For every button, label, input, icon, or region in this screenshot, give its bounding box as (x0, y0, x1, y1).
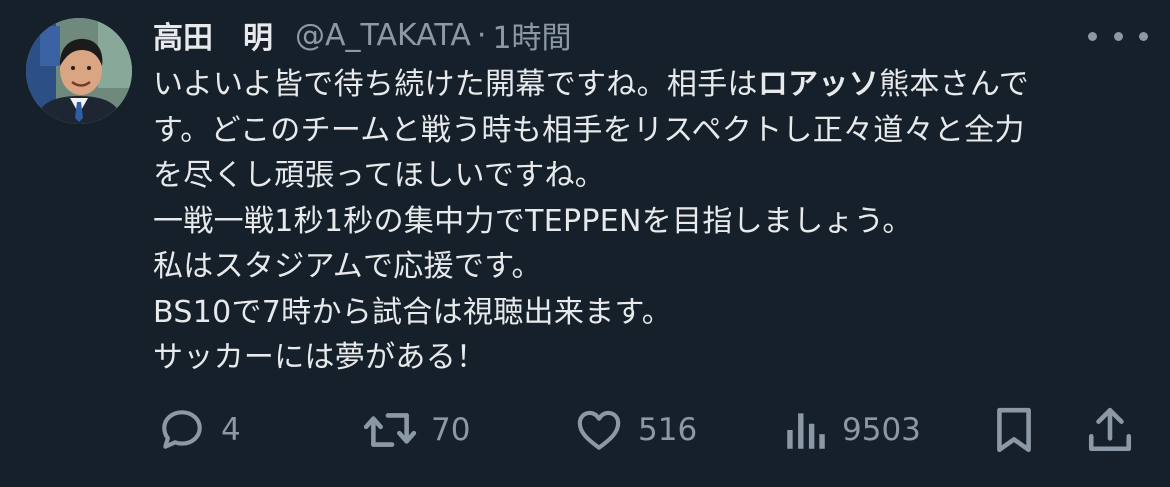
bookmark-icon (997, 407, 1031, 453)
timestamp[interactable]: 1時間 (492, 13, 571, 57)
text-segment: 熊本さんで (879, 67, 1030, 102)
share-icon (1088, 407, 1132, 452)
views-button[interactable]: 9503 (784, 395, 921, 465)
more-options-icon[interactable] (1088, 22, 1148, 50)
tweet-text-line: サッカーには夢がある！ (153, 340, 487, 375)
like-count: 516 (638, 412, 698, 448)
retweet-button[interactable]: 70 (363, 395, 470, 465)
more-dot (1088, 31, 1097, 41)
reply-count: 4 (221, 412, 241, 448)
tweet-text-line: す。どこのチームと戦う時も相手をリスペクトし正々道々と全力 (153, 112, 1025, 148)
views-icon (787, 413, 825, 449)
reply-button[interactable]: 4 (157, 395, 241, 465)
retweet-count: 70 (431, 412, 471, 448)
tweet-text: いよいよ皆で待ち続けた開幕ですね。相手はロアッソ熊本さんで す。どこのチームと戦… (153, 62, 1143, 381)
like-button[interactable]: 516 (574, 395, 697, 465)
avatar[interactable] (26, 18, 132, 124)
more-dot (1139, 31, 1148, 41)
more-dot (1113, 31, 1123, 41)
tweet-text-line: 私はスタジアムで応援です。 (153, 249, 542, 284)
tweet-text-line: いよいよ皆で待ち続けた開幕ですね。相手はロアッソ熊本さんで (153, 62, 1143, 108)
tweet-text-line: BS10で7時から試合は視聴出来ます。 (153, 294, 673, 330)
tweet-text-line: 一戦一戦1秒1秒の集中力でTEPPENを目指しましょう。 (153, 203, 913, 239)
tweet-text-line: を尽くし頑張ってほしいですね。 (153, 158, 606, 193)
text-segment: いよいよ皆で待ち続けた開幕ですね。相手は (153, 67, 758, 102)
heart-icon (577, 410, 621, 450)
tweet-header: 高田 明 @A_TAKATA · 1時間 (153, 12, 1130, 58)
bookmark-button[interactable] (994, 395, 1034, 465)
reply-icon (162, 410, 202, 449)
user-handle[interactable]: @A_TAKATA (295, 18, 471, 53)
header-separator: · (476, 17, 487, 53)
action-bar: 4 70 516 9503 (0, 395, 1170, 465)
retweet-icon (363, 413, 417, 447)
avatar-photo (26, 18, 132, 124)
bold-text-segment: ロアッソ (757, 67, 880, 102)
display-name[interactable]: 高田 明 (153, 13, 273, 57)
views-count: 9503 (842, 412, 921, 448)
share-button[interactable] (1087, 395, 1133, 465)
